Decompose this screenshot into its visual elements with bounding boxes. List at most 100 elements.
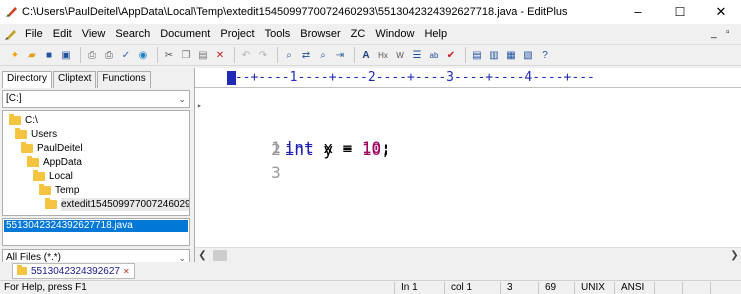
toolbar-separator: [157, 47, 158, 63]
line-number-icon[interactable]: ab: [427, 48, 441, 62]
output-icon[interactable]: ▦: [504, 48, 518, 62]
menu-browser[interactable]: Browser: [295, 28, 345, 40]
ruler-cursor-marker: [227, 71, 236, 85]
new-file-icon[interactable]: ✦: [8, 48, 22, 62]
code-text: ;: [381, 140, 391, 159]
paste-icon[interactable]: ▤: [196, 48, 210, 62]
menu-window[interactable]: Window: [370, 28, 419, 40]
menu-tools[interactable]: Tools: [260, 28, 296, 40]
tree-item-label: extedit1545099770072460293: [61, 198, 189, 211]
tree-item[interactable]: PaulDeitel: [21, 142, 83, 155]
undo-icon[interactable]: ↶: [239, 48, 253, 62]
toolbar-separator: [234, 47, 235, 63]
open-icon[interactable]: ▰: [25, 48, 39, 62]
spell-icon[interactable]: ✔: [444, 48, 458, 62]
tree-item-label: AppData: [43, 157, 82, 168]
menu-view[interactable]: View: [77, 28, 111, 40]
code-line[interactable]: ▸ 1 int x = 10;: [195, 95, 391, 157]
menu-zc[interactable]: ZC: [346, 28, 371, 40]
spell-check-icon[interactable]: ✓: [119, 48, 133, 62]
tree-item[interactable]: Users: [15, 128, 57, 141]
tab-cliptext[interactable]: Cliptext: [53, 71, 97, 88]
editor-pane[interactable]: ---+----1----+----2----+----3----+----4-…: [194, 68, 741, 262]
tree-item[interactable]: Local: [33, 170, 73, 183]
tree-item-label: Local: [49, 171, 73, 182]
scroll-right-icon[interactable]: ❯: [727, 248, 741, 263]
menu-project[interactable]: Project: [215, 28, 259, 40]
mdi-minimize-button[interactable]: _: [711, 28, 717, 39]
directory-tree[interactable]: C:\ Users PaulDeitel AppData Local Temp …: [2, 110, 190, 216]
copy-icon[interactable]: ❐: [179, 48, 193, 62]
title-bar[interactable]: C:\Users\PaulDeitel\AppData\Local\Temp\e…: [0, 0, 741, 24]
document-tab[interactable]: 5513042324392627 ✕: [12, 263, 135, 279]
menu-help[interactable]: Help: [419, 28, 452, 40]
window-icon[interactable]: ▤: [470, 48, 484, 62]
maximize-button[interactable]: ☐: [660, 0, 700, 24]
hex-icon[interactable]: Hx: [376, 48, 390, 62]
ruler-icon[interactable]: ☰: [410, 48, 424, 62]
app-icon: [5, 5, 18, 18]
drive-select-value: [C:]: [6, 93, 22, 104]
menu-icon: [5, 28, 17, 40]
split-icon[interactable]: ▥: [487, 48, 501, 62]
folder-icon: [33, 170, 45, 181]
tab-functions[interactable]: Functions: [97, 71, 151, 88]
toolbar-separator: [80, 47, 81, 63]
scroll-left-icon[interactable]: ❮: [195, 248, 210, 263]
font-icon[interactable]: A: [359, 48, 373, 62]
redo-icon[interactable]: ↷: [256, 48, 270, 62]
scrollbar-thumb[interactable]: [213, 250, 227, 261]
goto-line-icon[interactable]: ⇥: [333, 48, 347, 62]
help-icon[interactable]: ?: [538, 48, 552, 62]
document-tab-label: 5513042324392627: [31, 265, 120, 277]
folder-icon: [15, 128, 27, 139]
menu-file[interactable]: File: [20, 28, 48, 40]
status-char-count: 69: [538, 282, 574, 294]
mdi-restore-button[interactable]: ▫: [726, 27, 730, 38]
status-encoding: ANSI: [614, 282, 654, 294]
code-line[interactable]: 2 int y = 10;: [195, 118, 391, 159]
browser-icon[interactable]: ◉: [136, 48, 150, 62]
cut-icon[interactable]: ✂: [162, 48, 176, 62]
editplus-window: C:\Users\PaulDeitel\AppData\Local\Temp\e…: [0, 0, 741, 294]
replace-icon[interactable]: ⇄: [299, 48, 313, 62]
word-wrap-icon[interactable]: W: [393, 48, 407, 62]
tree-item-label: C:\: [25, 115, 38, 126]
cliptext-icon[interactable]: ▧: [521, 48, 535, 62]
tree-item-selected[interactable]: extedit1545099770072460293: [45, 198, 189, 211]
save-icon[interactable]: ■: [42, 48, 56, 62]
status-line-count: 3: [500, 282, 538, 294]
menu-document[interactable]: Document: [155, 28, 215, 40]
menu-search[interactable]: Search: [110, 28, 155, 40]
chevron-down-icon: ⌄: [178, 94, 186, 104]
tab-directory[interactable]: Directory: [2, 71, 53, 88]
folder-icon: [27, 156, 39, 167]
java-file-icon: [17, 265, 27, 275]
tree-item[interactable]: C:\: [9, 114, 38, 127]
toolbar-separator: [465, 47, 466, 63]
find-icon[interactable]: ⌕: [282, 48, 296, 62]
close-tab-icon[interactable]: ✕: [123, 267, 130, 276]
tree-item-label: Users: [31, 129, 58, 140]
horizontal-scrollbar[interactable]: ❮ ❯: [195, 247, 741, 262]
find-files-icon[interactable]: ⌕: [316, 48, 330, 62]
code-line[interactable]: 3: [195, 141, 285, 182]
print-icon[interactable]: ⎙: [102, 48, 116, 62]
menu-edit[interactable]: Edit: [48, 28, 77, 40]
status-eol-format: UNIX: [574, 282, 614, 294]
folder-icon: [21, 142, 33, 153]
column-ruler: ---+----1----+----2----+----3----+----4-…: [195, 68, 741, 88]
document-tab-bar: 5513042324392627 ✕: [0, 262, 741, 280]
line-number: 3: [271, 163, 281, 182]
save-all-icon[interactable]: ▣: [59, 48, 73, 62]
tree-item[interactable]: AppData: [27, 156, 82, 169]
file-list[interactable]: 5513042324392627718.java: [2, 218, 190, 246]
close-button[interactable]: ✕: [701, 0, 741, 24]
file-list-item-selected[interactable]: 5513042324392627718.java: [4, 220, 188, 232]
drive-select[interactable]: [C:] ⌄: [2, 90, 190, 108]
delete-icon[interactable]: ✕: [213, 48, 227, 62]
print-preview-icon[interactable]: ⎙: [85, 48, 99, 62]
minimize-button[interactable]: –: [618, 0, 658, 24]
tree-item[interactable]: Temp: [39, 184, 79, 197]
tree-item-label: PaulDeitel: [37, 143, 83, 154]
